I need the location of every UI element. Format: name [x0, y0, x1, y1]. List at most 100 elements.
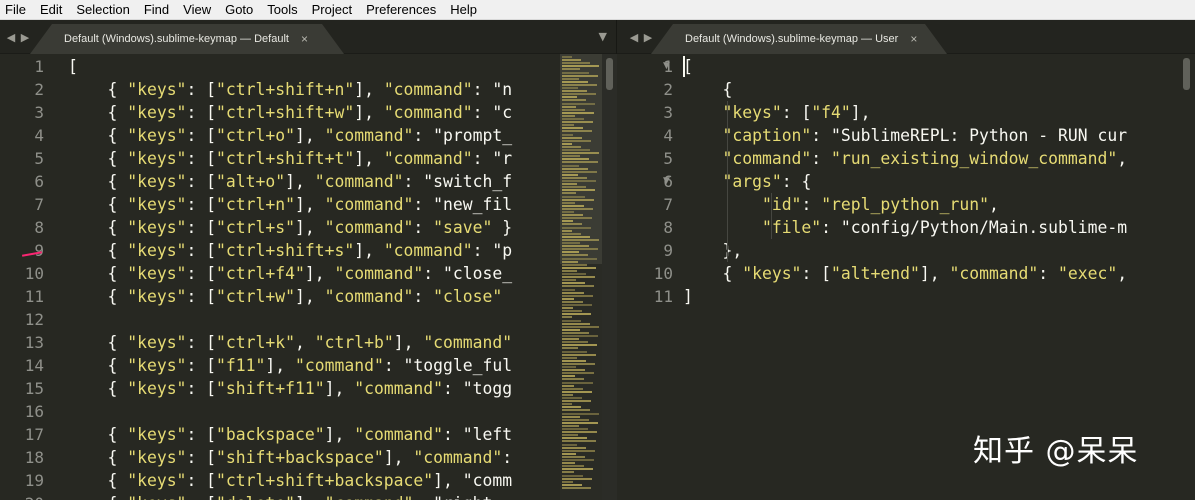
tab-default-keymap[interactable]: Default (Windows).sublime-keymap — Defau…	[30, 24, 344, 54]
minimap-line	[562, 161, 598, 164]
code-line: { "keys": ["ctrl+n"], "command": "new_fi…	[68, 195, 513, 214]
close-tab-icon[interactable]: ×	[301, 32, 308, 46]
minimap-line	[562, 136, 582, 139]
scrollbar-thumb[interactable]	[606, 58, 613, 90]
close-tab-icon[interactable]: ×	[910, 32, 917, 46]
minimap-line	[562, 400, 591, 403]
minimap-line	[562, 384, 574, 387]
minimap-line	[562, 387, 583, 390]
watermark: 知乎 @呆呆	[973, 434, 1139, 469]
menu-item-edit[interactable]: Edit	[33, 0, 69, 20]
left-scrollbar[interactable]	[602, 54, 617, 500]
minimap-line	[562, 437, 587, 440]
code-line: },	[683, 241, 743, 260]
minimap-line	[562, 65, 599, 68]
minimap-line	[562, 229, 572, 232]
minimap-line	[562, 418, 589, 421]
minimap-line	[562, 83, 597, 86]
menu-item-file[interactable]: File	[0, 0, 33, 20]
indent-guide	[771, 193, 772, 239]
scrollbar-thumb[interactable]	[1183, 58, 1190, 90]
line-number: 20	[4, 492, 44, 500]
menu-item-tools[interactable]: Tools	[260, 0, 304, 20]
minimap-line	[562, 118, 584, 120]
menu-item-find[interactable]: Find	[137, 0, 176, 20]
menu-item-view[interactable]: View	[176, 0, 218, 20]
line-number: 11	[653, 287, 673, 306]
minimap-line	[562, 192, 576, 195]
minimap-line	[562, 56, 572, 58]
minimap-line	[562, 369, 585, 372]
line-number: 3	[663, 103, 673, 122]
line-number: 8	[663, 218, 673, 237]
menu-bar: File Edit Selection Find View Goto Tools Projec…	[0, 0, 1195, 20]
left-tab-strip: ◀ ▶ Default (Windows).sublime-keymap — D…	[0, 20, 617, 54]
minimap-line	[562, 344, 597, 347]
minimap-line	[562, 294, 593, 297]
minimap-line	[562, 449, 595, 452]
tab-dropdown-icon[interactable]: ▼	[599, 30, 607, 43]
minimap-line	[562, 62, 590, 65]
minimap-line	[562, 74, 598, 77]
minimap-line	[562, 465, 584, 468]
minimap-line	[562, 300, 583, 303]
line-number: 4	[663, 126, 673, 145]
minimap-line	[562, 235, 590, 238]
minimap-line	[562, 403, 572, 406]
code-line: { "keys": ["ctrl+shift+s"], "command": "…	[68, 241, 513, 260]
minimap-line	[562, 313, 591, 316]
minimap-line	[562, 248, 598, 251]
minimap-line	[562, 149, 590, 151]
minimap-line	[562, 486, 591, 489]
right-tab-strip: ◀ ▶ Default (Windows).sublime-keymap — U…	[617, 20, 1195, 54]
code-line: { "keys": ["delete"], "command": "right_	[68, 492, 502, 500]
minimap-line	[562, 217, 592, 220]
line-number: 14	[24, 356, 44, 375]
left-editor-pane[interactable]: 1234567891011121314151617181920 [ { "key…	[0, 54, 560, 500]
line-number: 7	[663, 195, 673, 214]
menu-item-selection[interactable]: Selection	[69, 0, 136, 20]
minimap-line	[562, 257, 597, 260]
minimap-line	[562, 397, 582, 399]
tab-title: Default (Windows).sublime-keymap — Defau…	[64, 33, 289, 45]
minimap-line	[562, 158, 589, 161]
line-number: 4	[34, 126, 44, 145]
minimap-line	[562, 195, 585, 198]
minimap[interactable]	[560, 54, 602, 500]
back-arrow-icon[interactable]: ◀	[627, 31, 641, 44]
line-number: 9	[34, 241, 44, 260]
minimap-line	[562, 443, 577, 446]
code-line: { "keys": ["ctrl+f4"], "command": "close…	[68, 264, 513, 283]
fold-arrow-icon[interactable]: ▼	[663, 55, 670, 78]
minimap-line	[562, 347, 578, 350]
minimap-line	[562, 353, 596, 356]
fold-arrow-icon[interactable]: ▼	[663, 170, 670, 193]
code-line: "id": "repl_python_run",	[761, 195, 999, 214]
minimap-line	[562, 362, 595, 365]
tab-user-keymap[interactable]: Default (Windows).sublime-keymap — User …	[651, 24, 947, 54]
minimap-line	[562, 263, 587, 266]
minimap-line	[562, 152, 599, 155]
minimap-line	[562, 393, 573, 396]
minimap-line	[562, 273, 586, 275]
minimap-line	[562, 114, 575, 117]
minimap-line	[562, 468, 593, 471]
menu-item-help[interactable]: Help	[443, 0, 484, 20]
minimap-line	[562, 474, 583, 477]
minimap-line	[562, 452, 576, 455]
line-number: 12	[24, 310, 44, 329]
menu-item-preferences[interactable]: Preferences	[359, 0, 443, 20]
code-line: "file": "config/Python/Main.sublime-m	[761, 218, 1128, 237]
line-number: 8	[34, 218, 44, 237]
line-number: 2	[663, 80, 673, 99]
right-scrollbar[interactable]	[1178, 54, 1195, 500]
code-line: { "keys": ["ctrl+s"], "command": "save" …	[68, 218, 513, 237]
line-number: 17	[24, 425, 44, 444]
line-number: 6	[34, 172, 44, 191]
menu-item-project[interactable]: Project	[305, 0, 359, 20]
minimap-line	[562, 409, 590, 412]
minimap-line	[562, 459, 594, 461]
menu-item-goto[interactable]: Goto	[218, 0, 260, 20]
code-line: { "keys": ["ctrl+shift+backspace"], "com…	[68, 471, 513, 490]
back-arrow-icon[interactable]: ◀	[4, 31, 18, 44]
